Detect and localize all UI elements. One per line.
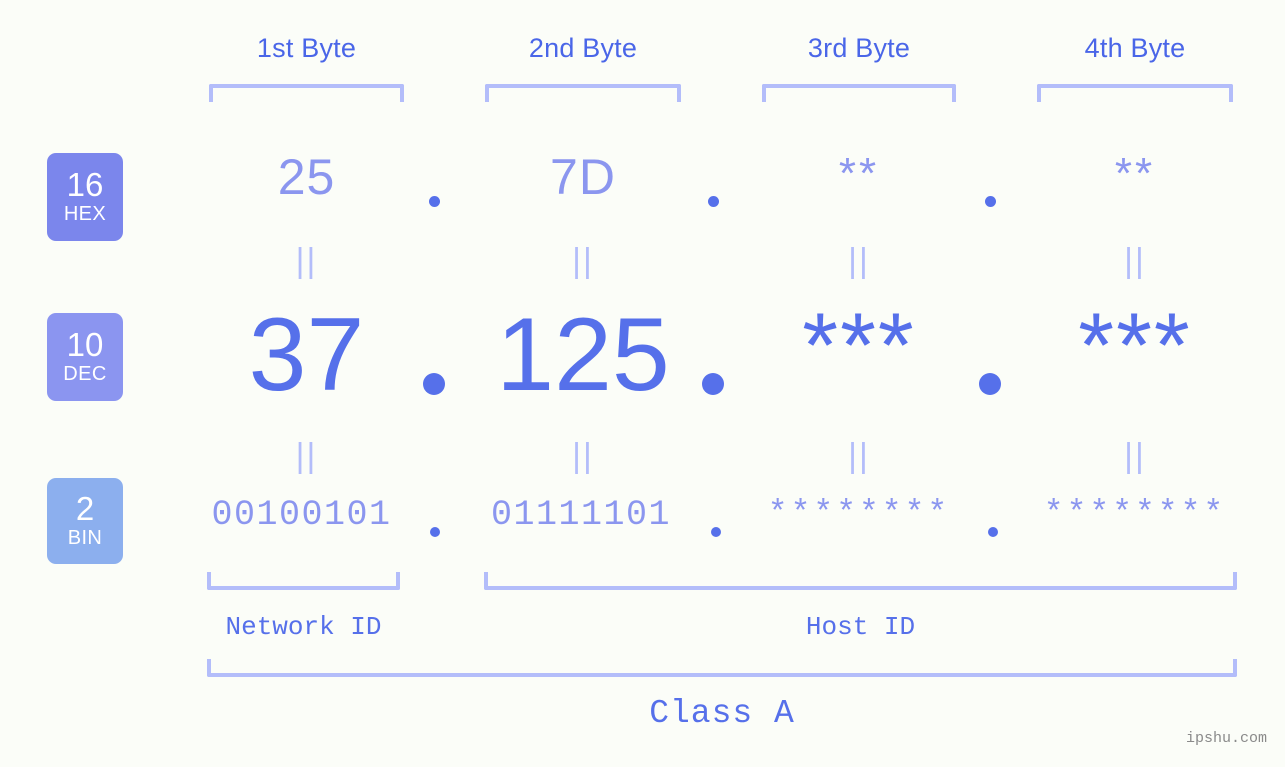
dec-separator-1 <box>423 373 445 395</box>
byte-bracket-1 <box>209 84 404 102</box>
byte-header-3: 3rd Byte <box>807 33 911 63</box>
byte-header-4: 4th Byte <box>1084 33 1186 63</box>
watermark: ipshu.com <box>1185 730 1267 747</box>
base-badge-bin-number: 2 <box>75 490 95 528</box>
dec-separator-2 <box>702 373 724 395</box>
equals-mark-hex-dec-4: || <box>1124 242 1146 280</box>
base-badge-dec: 10 DEC <box>47 313 123 401</box>
dec-byte-1: 37 <box>248 297 365 413</box>
base-badge-hex-number: 16 <box>66 166 104 204</box>
base-badge-dec-number: 10 <box>66 326 104 364</box>
hex-byte-1: 25 <box>277 149 336 205</box>
hex-separator-2 <box>708 196 719 207</box>
hex-byte-2: 7D <box>550 149 616 205</box>
dec-separator-3 <box>979 373 1001 395</box>
host-id-bracket <box>484 572 1237 590</box>
hex-separator-3 <box>985 196 996 207</box>
dec-byte-3: *** <box>802 295 916 397</box>
byte-header-1: 1st Byte <box>256 33 357 63</box>
bin-byte-3: ******** <box>767 495 951 532</box>
equals-mark-dec-bin-1: || <box>295 437 318 475</box>
equals-mark-hex-dec-1: || <box>295 242 318 280</box>
class-label: Class A <box>649 695 795 732</box>
hex-byte-4: ** <box>1114 149 1156 198</box>
bin-byte-4: ******** <box>1043 495 1227 532</box>
bin-separator-1 <box>430 527 440 537</box>
host-id-label: Host ID <box>805 612 916 642</box>
byte-bracket-3 <box>762 84 956 102</box>
equals-mark-dec-bin-4: || <box>1124 437 1146 475</box>
hex-separator-1 <box>429 196 440 207</box>
byte-header-2: 2nd Byte <box>528 33 638 63</box>
ip-breakdown-diagram: 1st Byte 2nd Byte 3rd Byte 4th Byte 16 H… <box>0 0 1285 767</box>
network-id-bracket <box>207 572 400 590</box>
equals-mark-hex-dec-2: || <box>572 242 594 280</box>
class-bracket <box>207 659 1237 677</box>
equals-mark-dec-bin-3: || <box>848 437 870 475</box>
bin-separator-3 <box>988 527 998 537</box>
equals-mark-hex-dec-3: || <box>848 242 870 280</box>
network-id-label: Network ID <box>225 612 382 642</box>
base-badge-bin-label: BIN <box>67 526 103 549</box>
base-badge-hex-label: HEX <box>63 202 107 225</box>
equals-mark-dec-bin-2: || <box>572 437 594 475</box>
hex-byte-3: ** <box>838 149 880 198</box>
base-badge-bin: 2 BIN <box>47 478 123 564</box>
base-badge-dec-label: DEC <box>63 362 107 385</box>
base-badge-hex: 16 HEX <box>47 153 123 241</box>
bin-byte-1: 00100101 <box>211 495 392 535</box>
dec-byte-4: *** <box>1078 295 1192 397</box>
dec-byte-2: 125 <box>496 297 670 413</box>
byte-bracket-2 <box>485 84 681 102</box>
byte-bracket-4 <box>1037 84 1233 102</box>
bin-byte-2: 01111101 <box>490 495 672 535</box>
bin-separator-2 <box>711 527 721 537</box>
